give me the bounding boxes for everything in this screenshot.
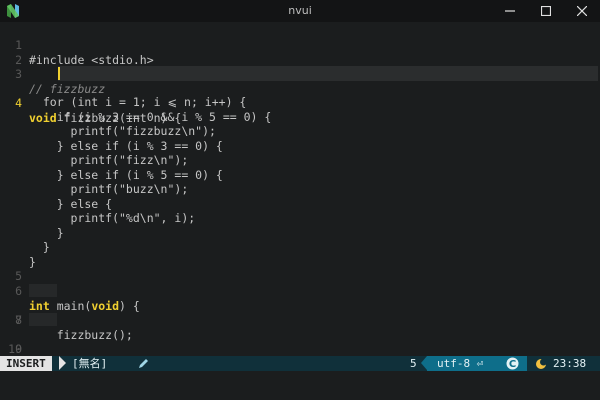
code-line: printf("fizzbuzz\n"); [0,109,600,138]
moon-icon [536,358,547,369]
file-encoding: utf-8 ⏎ [427,356,497,371]
code-line: printf("buzz\n"); [0,167,600,196]
cursorline-highlight [58,66,598,81]
code-line: } [0,240,600,269]
indent-guide [29,313,57,326]
code-line: 3 // fizzbuzz [0,52,600,96]
nvui-window: nvui 1 #include <stdio.h> 2 3 // fizzbuz… [0,0,600,400]
command-line[interactable] [0,371,600,400]
mode-separator [59,356,66,370]
maximize-button[interactable] [531,0,561,22]
close-icon [576,5,588,17]
editor-buffer[interactable]: 1 #include <stdio.h> 2 3 // fizzbuzz 4 v… [0,22,600,354]
close-button[interactable] [567,0,597,22]
code-line: 6 int main(void) { [0,269,600,313]
code-line: for (int i = 1; i ⩽ n; i++) { [0,80,600,109]
svg-text:C: C [509,359,516,370]
modified-pencil-icon [139,359,148,368]
code-line: if (i % 3 == 0 && i % 5 == 0) { [0,95,600,124]
text-cursor [58,67,60,80]
mode-indicator: INSERT [0,356,52,371]
code-line: 5 [0,254,600,283]
c-icon: C [506,357,519,370]
code-line: printf("%d\n", i); [0,196,600,225]
code-line: 9 return 0; [0,312,600,354]
code-line: 1 #include <stdio.h> [0,23,600,67]
filetype-segment: C [497,356,527,371]
code-line: } [0,211,600,240]
current-line: 4 void fizzbuzz(int n) { [0,66,600,125]
code-line: } [0,225,600,254]
code-line: } else if (i % 3 == 0) { [0,124,600,153]
code-line: } else { [0,182,600,211]
maximize-icon [540,5,552,17]
clock-time: 23:38 [553,357,587,370]
file-name: [無名] [72,357,108,370]
title-bar[interactable]: nvui [0,0,600,22]
code-line: printf("fizz\n"); [0,138,600,167]
indent-guide [29,284,57,297]
code-line: 10 } [0,327,600,354]
cursor-column: 5 [410,357,417,370]
minimize-button[interactable] [495,0,525,22]
status-line: INSERT [無名] 5 utf-8 ⏎ C 23:38 [0,356,600,371]
line-number: 10 [8,342,22,354]
minimize-icon [505,10,515,12]
code-line: 7 fizzbuzz(); [0,283,600,342]
code-line: } else if (i % 5 == 0) { [0,153,600,182]
code-line: 2 [0,38,600,67]
code-line: 8 [0,298,600,327]
